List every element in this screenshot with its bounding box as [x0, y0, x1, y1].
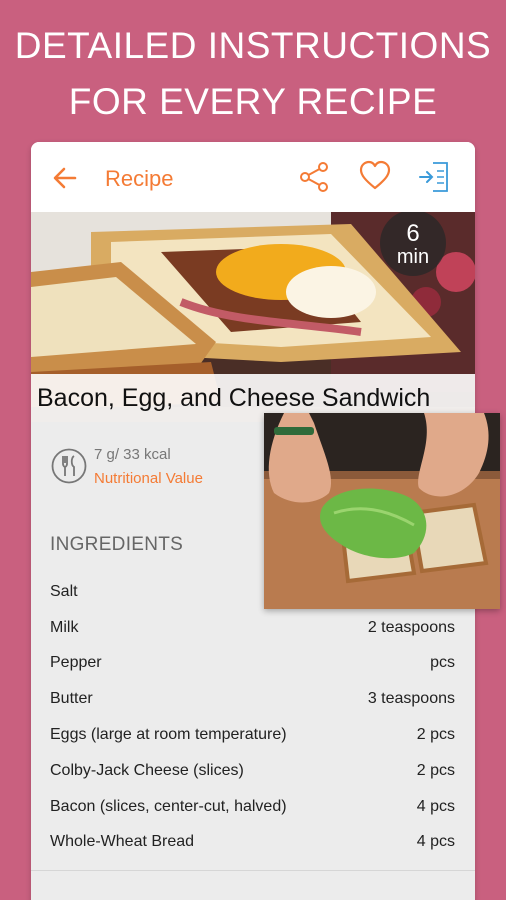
ingredients-header: INGREDIENTS — [50, 534, 184, 555]
divider — [31, 870, 475, 871]
promo-line-2: FOR EVERY RECIPE — [68, 81, 438, 122]
nutrition-link[interactable]: Nutritional Value — [94, 470, 203, 487]
app-bar: Recipe — [31, 142, 475, 212]
arrow-back-icon[interactable] — [51, 164, 79, 192]
ingredient-amount: pcs — [430, 654, 455, 672]
ingredient-name: Bacon (slices, center-cut, halved) — [50, 797, 287, 815]
ingredient-name: Colby-Jack Cheese (slices) — [50, 761, 244, 779]
promo-line-1: DETAILED INSTRUCTIONS — [14, 25, 492, 66]
ingredient-row: Bacon (slices, center-cut, halved) 4 pcs — [50, 789, 455, 825]
nutrition-value: 7 g/ 33 kcal — [94, 446, 171, 463]
promo-headline: DETAILED INSTRUCTIONS FOR EVERY RECIPE — [0, 18, 506, 130]
cook-time-unit: min — [396, 246, 430, 268]
ingredient-row: Colby-Jack Cheese (slices) 2 pcs — [50, 753, 455, 789]
video-thumbnail — [264, 413, 500, 609]
ingredient-amount: 3 teaspoons — [367, 690, 455, 708]
ingredient-name: Salt — [50, 582, 78, 600]
fork-knife-icon — [51, 448, 87, 484]
ingredient-row: Milk 2 teaspoons — [50, 610, 455, 646]
ingredient-amount: 4 pcs — [416, 797, 455, 815]
share-icon[interactable] — [298, 161, 330, 193]
ingredient-amount: 2 pcs — [416, 761, 455, 779]
ingredient-row: Eggs (large at room temperature) 2 pcs — [50, 717, 455, 753]
ingredient-amount: 2 teaspoons — [367, 618, 455, 636]
app-bar-title: Recipe — [105, 166, 174, 191]
ingredients-list: Salt Milk 2 teaspoons Pepper pcs Butter 3 teas… — [50, 574, 455, 860]
cook-time-badge: 6 min — [380, 212, 446, 276]
ingredient-row: Whole-Wheat Bread 4 pcs — [50, 825, 455, 861]
exit-to-list-icon[interactable] — [417, 160, 451, 194]
ingredient-row: Butter 3 teaspoons — [50, 681, 455, 717]
video-overlay[interactable] — [264, 413, 500, 609]
ingredient-name: Butter — [50, 690, 93, 708]
ingredient-name: Pepper — [50, 654, 102, 672]
ingredient-amount: 4 pcs — [416, 833, 455, 851]
ingredient-name: Eggs (large at room temperature) — [50, 726, 287, 744]
ingredient-amount: 2 pcs — [416, 726, 455, 744]
ingredient-name: Whole-Wheat Bread — [50, 833, 195, 851]
ingredient-name: Milk — [50, 618, 79, 636]
ingredient-row: Pepper pcs — [50, 646, 455, 682]
cook-time-value: 6 — [406, 220, 420, 247]
heart-icon[interactable] — [359, 160, 391, 192]
